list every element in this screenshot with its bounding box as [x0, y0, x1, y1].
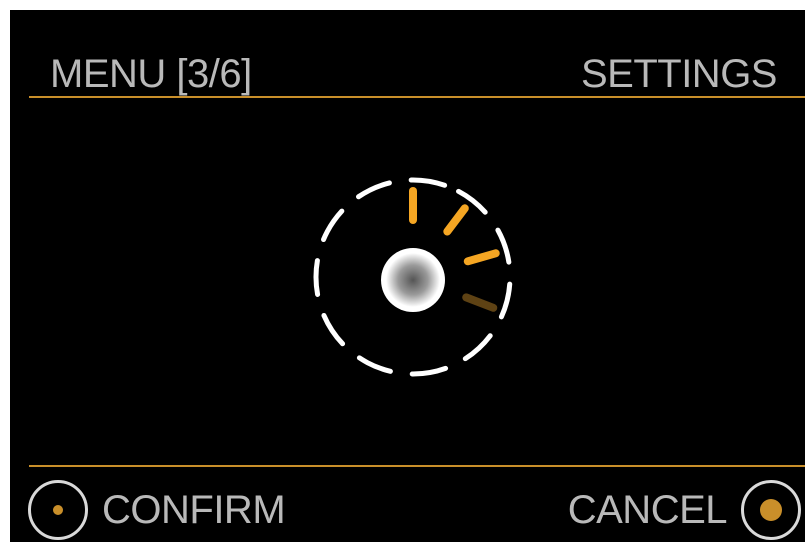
confirm-label: CONFIRM: [102, 488, 286, 532]
dial-level-tick: [462, 293, 498, 312]
dial-level-tick: [463, 249, 500, 266]
device-screen: MENU [3/6] SETTINGS CONFIRM CANCEL: [10, 10, 805, 542]
cancel-dot-icon: [760, 499, 782, 521]
confirm-dot-icon: [53, 505, 63, 515]
footer-divider: [29, 465, 805, 467]
confirm-ring-icon: [28, 480, 88, 540]
dial-level-tick: [443, 204, 469, 236]
confirm-button[interactable]: CONFIRM: [28, 480, 286, 540]
cancel-ring-icon: [741, 480, 801, 540]
dial-knob-icon[interactable]: [10, 10, 805, 542]
cancel-label: CANCEL: [567, 488, 728, 532]
cancel-button[interactable]: CANCEL: [567, 480, 801, 540]
dial-center-knob-shade: [386, 253, 440, 307]
